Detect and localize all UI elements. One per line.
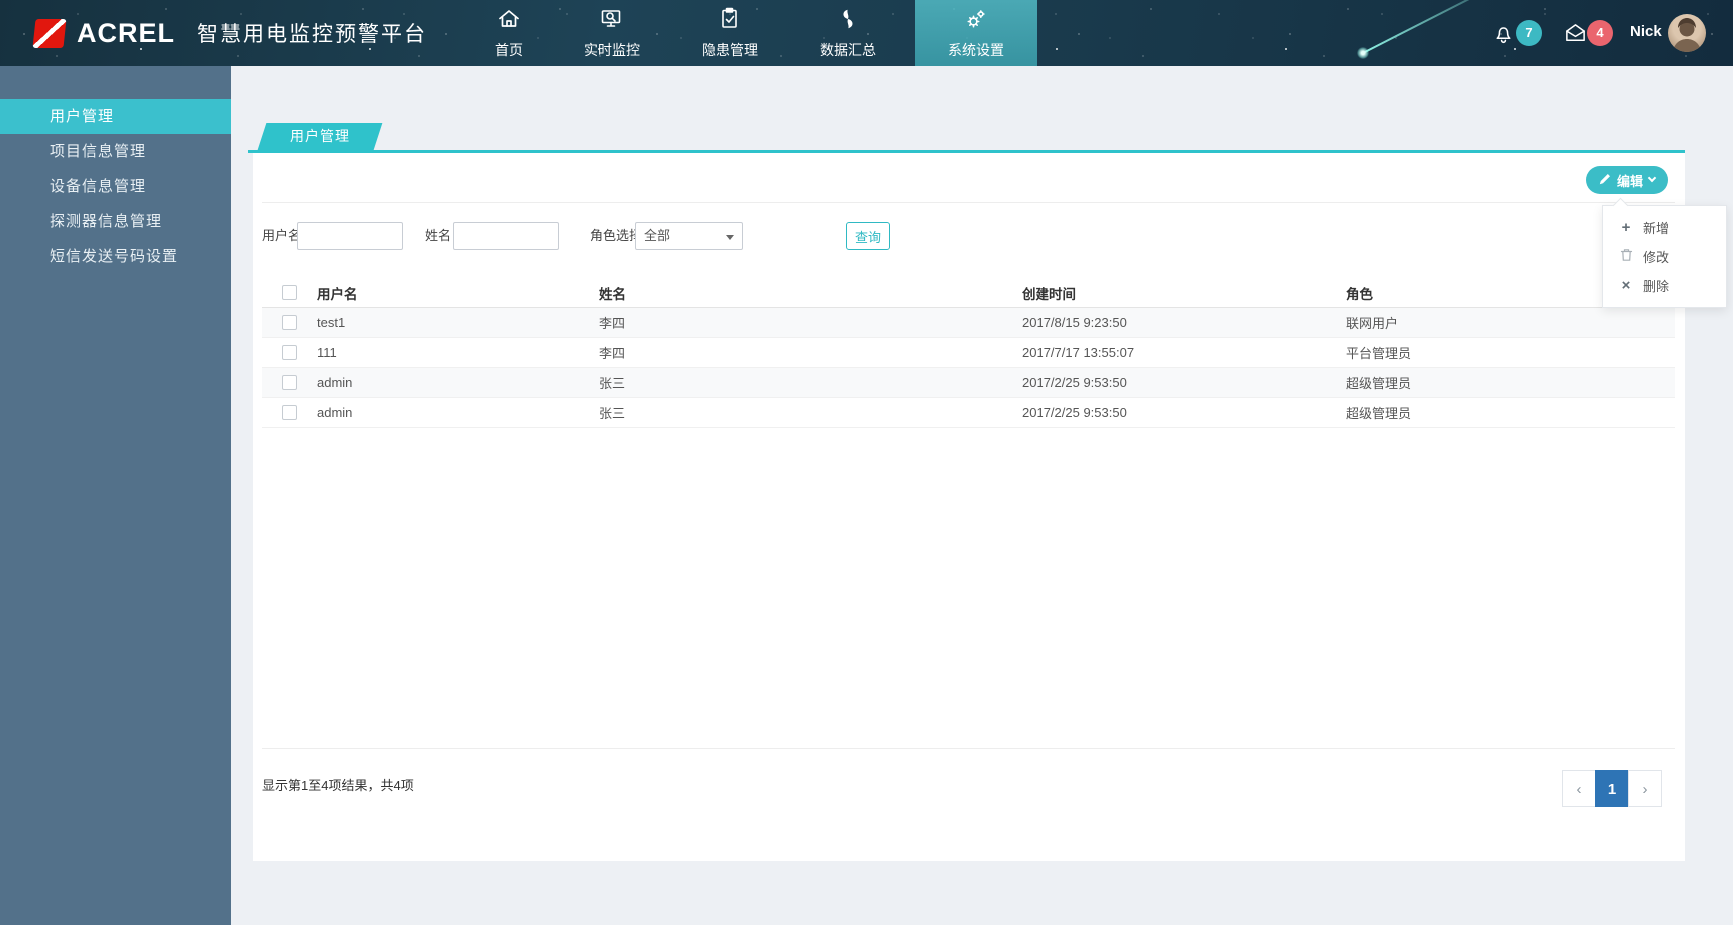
toolbar: 编辑 bbox=[262, 153, 1675, 203]
nav-label: 数据汇总 bbox=[820, 41, 876, 58]
message-count-badge[interactable]: 4 bbox=[1587, 20, 1613, 46]
hazard-clipboard-icon bbox=[718, 7, 742, 36]
nav-item-hazard-management[interactable]: 隐患管理 bbox=[671, 0, 789, 66]
search-button[interactable]: 查询 bbox=[846, 222, 890, 250]
content-panel: 编辑 用户名 姓名 角色选择 全部 查询 用户名 姓名 创建时间 角色 test… bbox=[253, 153, 1685, 861]
cell-role: 超级管理员 bbox=[1346, 406, 1412, 421]
filter-bar: 用户名 姓名 角色选择 全部 查询 bbox=[253, 222, 1685, 250]
nav-item-data-summary[interactable]: 数据汇总 bbox=[789, 0, 907, 66]
sidebar-item-user-management[interactable]: 用户管理 bbox=[0, 99, 231, 134]
cell-name: 张三 bbox=[599, 406, 626, 421]
users-table: 用户名 姓名 创建时间 角色 test1 李四 2017/8/15 9:23:5… bbox=[262, 278, 1675, 428]
pagination-next-button[interactable]: › bbox=[1628, 770, 1662, 807]
chevron-down-icon bbox=[1647, 173, 1657, 183]
row-checkbox[interactable] bbox=[282, 345, 297, 360]
cell-name: 李四 bbox=[599, 346, 626, 361]
nav-item-realtime-monitor[interactable]: 实时监控 bbox=[553, 0, 671, 66]
notification-bell-icon[interactable] bbox=[1492, 22, 1515, 50]
cell-role: 超级管理员 bbox=[1346, 376, 1412, 391]
pagination-prev-button[interactable]: ‹ bbox=[1562, 770, 1596, 807]
select-caret-icon bbox=[726, 235, 734, 240]
sidebar-item-project-info[interactable]: 项目信息管理 bbox=[0, 134, 231, 169]
user-avatar[interactable] bbox=[1668, 14, 1706, 52]
nav-label: 隐患管理 bbox=[702, 41, 758, 58]
name-filter-input[interactable] bbox=[453, 222, 559, 250]
col-header-name: 姓名 bbox=[599, 286, 626, 302]
plus-icon: + bbox=[1621, 219, 1631, 236]
nav-item-system-settings[interactable]: 系统设置 bbox=[915, 0, 1037, 66]
col-header-created: 创建时间 bbox=[1022, 286, 1076, 302]
pagination: ‹ 1 › bbox=[1562, 770, 1662, 807]
table-row[interactable]: test1 李四 2017/8/15 9:23:50 联网用户 bbox=[262, 308, 1675, 338]
col-header-username: 用户名 bbox=[317, 286, 358, 302]
sidebar-item-sms-number[interactable]: 短信发送号码设置 bbox=[0, 239, 231, 274]
table-header-row: 用户名 姓名 创建时间 角色 bbox=[262, 278, 1675, 308]
pagination-page-1-button[interactable]: 1 bbox=[1595, 770, 1629, 807]
menu-item-add[interactable]: + 新增 bbox=[1603, 213, 1726, 242]
sidebar: 用户管理 项目信息管理 设备信息管理 探测器信息管理 短信发送号码设置 bbox=[0, 66, 231, 925]
cell-created: 2017/7/17 13:55:07 bbox=[1022, 345, 1135, 360]
cell-username: admin bbox=[317, 375, 353, 390]
select-all-checkbox[interactable] bbox=[282, 285, 297, 300]
acrel-logo-icon bbox=[32, 18, 67, 48]
notification-count-badge[interactable]: 7 bbox=[1516, 20, 1542, 46]
system-settings-gear-icon bbox=[964, 7, 988, 36]
edit-button-label: 编辑 bbox=[1616, 173, 1643, 189]
menu-item-label: 删除 bbox=[1643, 279, 1670, 294]
results-summary: 显示第1至4项结果，共4项 bbox=[262, 778, 414, 793]
username-filter-input[interactable] bbox=[297, 222, 403, 250]
table-row[interactable]: 111 李四 2017/7/17 13:55:07 平台管理员 bbox=[262, 338, 1675, 368]
menu-item-delete[interactable]: × 删除 bbox=[1603, 271, 1726, 300]
menu-item-modify[interactable]: 修改 bbox=[1603, 242, 1726, 271]
cell-username: admin bbox=[317, 405, 353, 420]
page-tab: 用户管理 bbox=[257, 123, 383, 150]
cell-created: 2017/2/25 9:53:50 bbox=[1022, 375, 1127, 390]
message-mail-icon[interactable] bbox=[1564, 22, 1587, 50]
brand: ACREL 智慧用电监控预警平台 bbox=[32, 0, 427, 66]
data-summary-icon bbox=[836, 7, 860, 36]
cell-created: 2017/8/15 9:23:50 bbox=[1022, 315, 1127, 330]
menu-item-label: 新增 bbox=[1643, 221, 1670, 236]
sidebar-item-detector-info[interactable]: 探测器信息管理 bbox=[0, 204, 231, 239]
current-username: Nick bbox=[1630, 23, 1662, 40]
table-row[interactable]: admin 张三 2017/2/25 9:53:50 超级管理员 bbox=[262, 368, 1675, 398]
menu-item-label: 修改 bbox=[1643, 250, 1670, 265]
nav-label: 实时监控 bbox=[584, 41, 640, 58]
sidebar-item-device-info[interactable]: 设备信息管理 bbox=[0, 169, 231, 204]
row-checkbox[interactable] bbox=[282, 315, 297, 330]
page-tab-label: 用户管理 bbox=[290, 128, 350, 144]
pencil-icon bbox=[1599, 173, 1611, 188]
delete-x-icon: × bbox=[1621, 277, 1631, 294]
nav-label: 系统设置 bbox=[948, 41, 1004, 58]
name-filter-label: 姓名 bbox=[425, 228, 452, 243]
platform-title: 智慧用电监控预警平台 bbox=[197, 23, 427, 46]
cell-role: 联网用户 bbox=[1346, 316, 1399, 331]
cell-username: test1 bbox=[317, 315, 346, 330]
role-select-dropdown[interactable]: 全部 bbox=[635, 222, 743, 250]
role-selected-value: 全部 bbox=[644, 228, 671, 243]
footer-divider bbox=[262, 748, 1675, 749]
cell-name: 李四 bbox=[599, 316, 626, 331]
modify-trash-icon bbox=[1619, 248, 1633, 266]
nav-label: 首页 bbox=[495, 41, 523, 58]
cell-name: 张三 bbox=[599, 376, 626, 391]
brand-name: ACREL bbox=[77, 17, 175, 48]
cell-role: 平台管理员 bbox=[1346, 346, 1412, 361]
cell-username: 111 bbox=[317, 345, 337, 360]
home-icon bbox=[497, 7, 521, 36]
row-checkbox[interactable] bbox=[282, 405, 297, 420]
user-management-page: { "header": { "logo_text": "ACREL", "pla… bbox=[0, 0, 1733, 925]
nav-item-home[interactable]: 首页 bbox=[451, 0, 567, 66]
top-header: ACREL 智慧用电监控预警平台 首页 实时监控 隐患管理 数据汇总 系统设置 … bbox=[0, 0, 1733, 66]
username-filter-label: 用户名 bbox=[262, 228, 302, 243]
row-checkbox[interactable] bbox=[282, 375, 297, 390]
realtime-monitor-icon bbox=[600, 7, 624, 36]
edit-dropdown-menu: + 新增 修改 × 删除 bbox=[1602, 205, 1727, 308]
edit-button[interactable]: 编辑 bbox=[1585, 166, 1668, 194]
cell-created: 2017/2/25 9:53:50 bbox=[1022, 405, 1127, 420]
table-row[interactable]: admin 张三 2017/2/25 9:53:50 超级管理员 bbox=[262, 398, 1675, 428]
